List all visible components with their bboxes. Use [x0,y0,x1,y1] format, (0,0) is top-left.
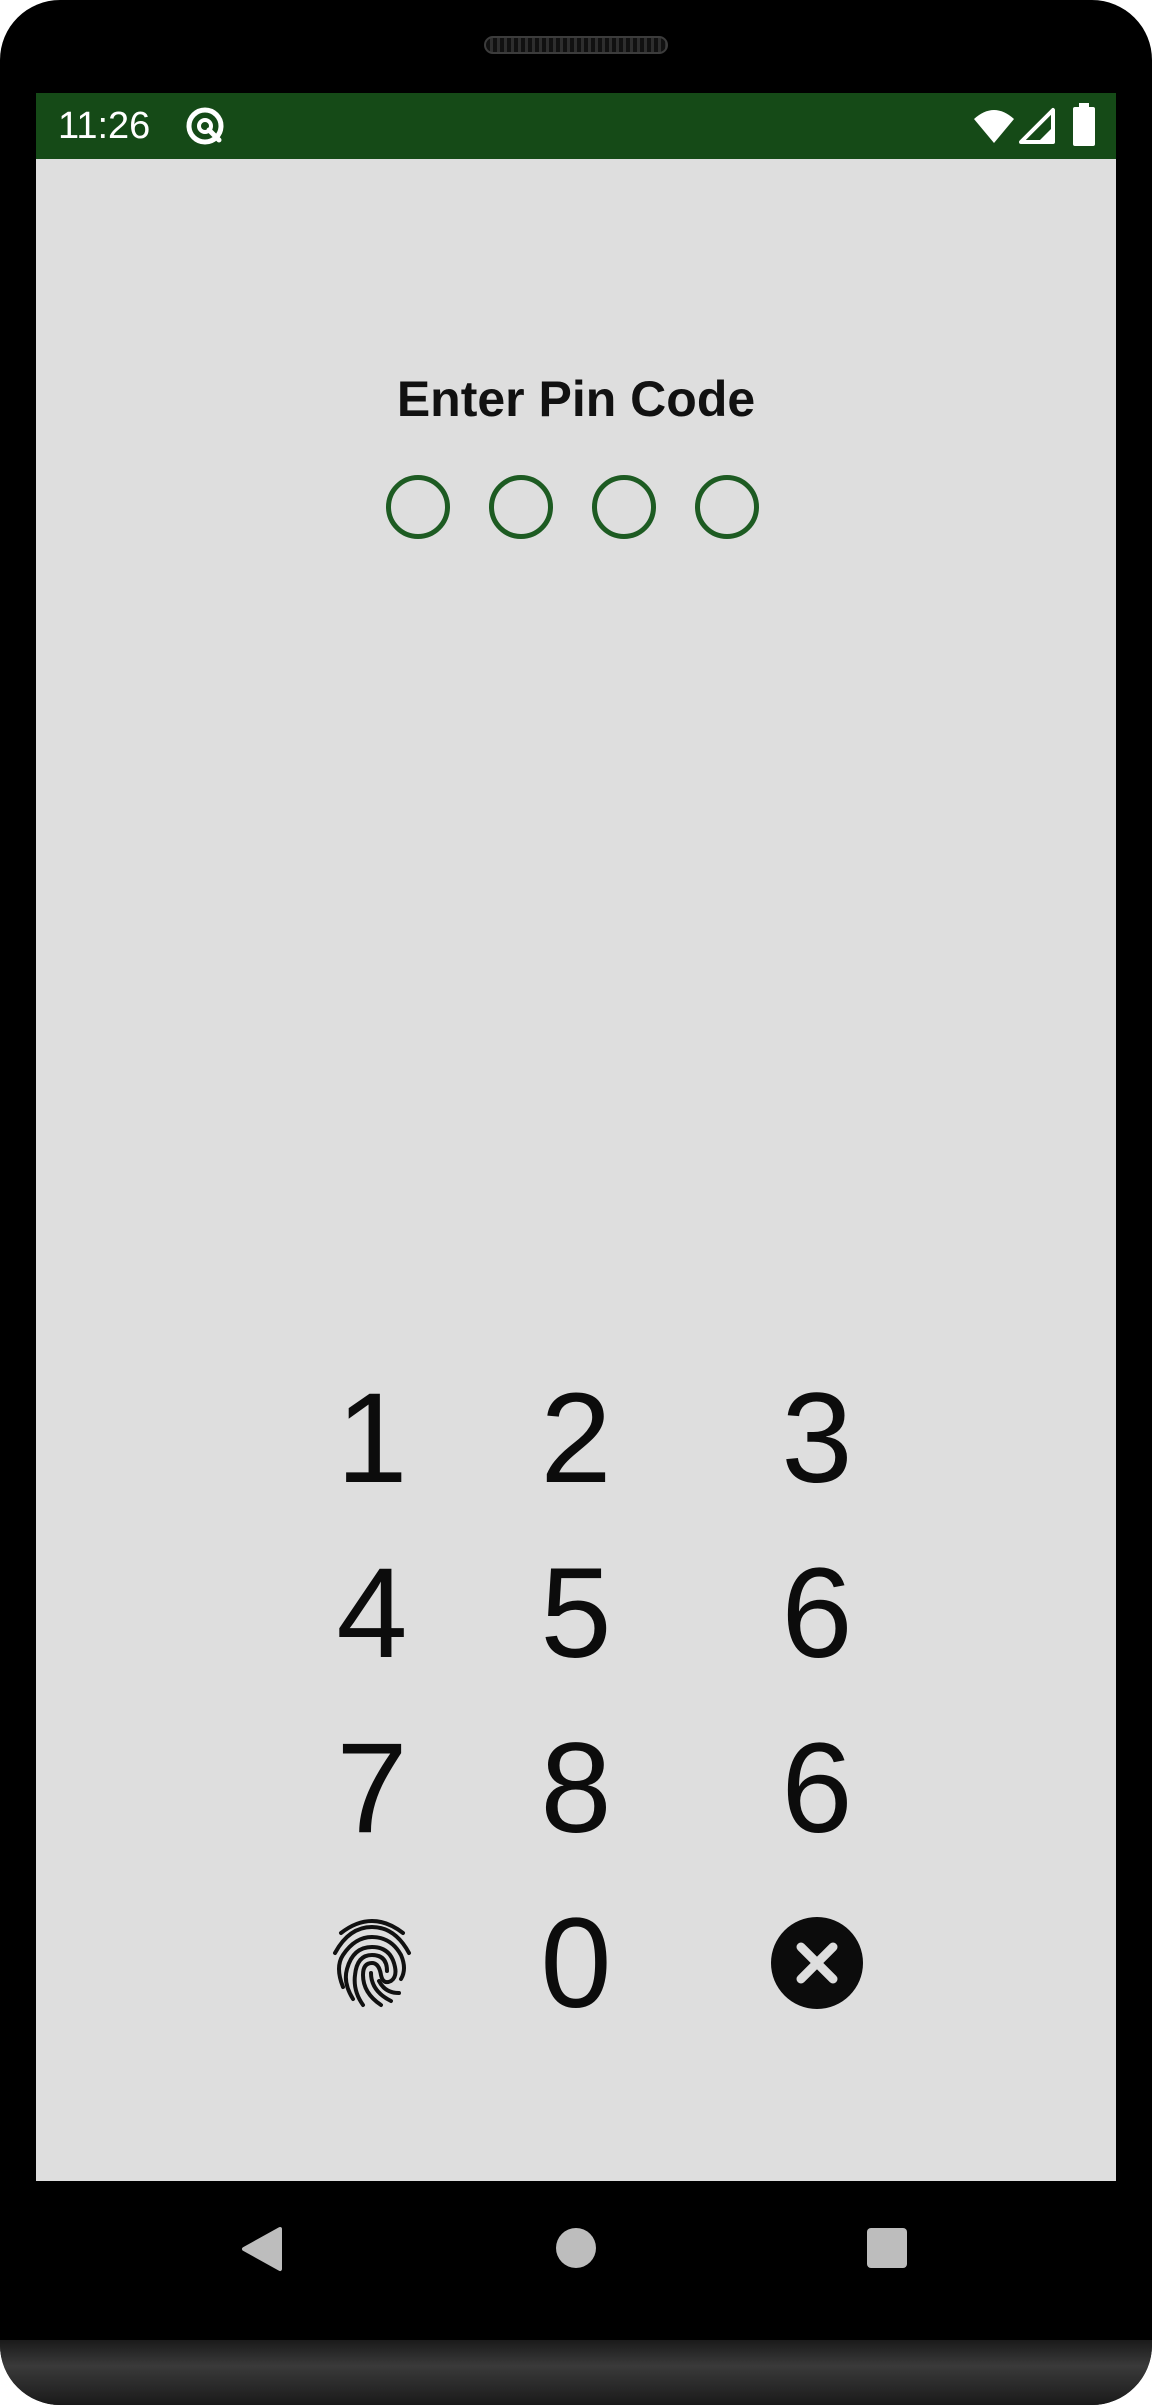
status-time: 11:26 [58,105,151,147]
status-bar: 11:26 [36,93,1116,159]
navigation-bar [0,2181,1152,2340]
key-4[interactable]: 4 [292,1538,452,1688]
cellular-signal-icon [1018,107,1056,150]
key-6[interactable]: 6 [737,1538,897,1688]
page-title: Enter Pin Code [396,371,756,427]
app-screen: 11:26 Enter Pin Code 1 2 3 4 5 6 7 8 6 0 [36,93,1116,2181]
phone-frame: 11:26 Enter Pin Code 1 2 3 4 5 6 7 8 6 0 [0,0,1152,2405]
key-3[interactable]: 3 [737,1363,897,1513]
recents-icon[interactable] [866,2227,908,2274]
battery-icon [1072,103,1096,152]
back-icon[interactable] [240,2225,284,2278]
key-5[interactable]: 5 [496,1538,656,1688]
clear-button[interactable] [737,1888,897,2038]
fingerprint-button[interactable] [292,1888,452,2038]
clear-icon [771,1917,863,2009]
key-7[interactable]: 7 [292,1713,452,1863]
key-9[interactable]: 6 [737,1713,897,1863]
at-sign-icon [184,105,226,152]
pin-dot [489,475,553,539]
key-8[interactable]: 8 [496,1713,656,1863]
wifi-icon [972,107,1016,150]
key-1[interactable]: 1 [292,1363,452,1513]
pin-dot [386,475,450,539]
pin-dot [695,475,759,539]
fingerprint-icon [329,1915,415,2011]
pin-dot [592,475,656,539]
key-0[interactable]: 0 [496,1888,656,2038]
home-icon[interactable] [555,2227,597,2274]
device-chin [0,2340,1152,2405]
pin-indicator [386,475,766,545]
key-2[interactable]: 2 [496,1363,656,1513]
earpiece-speaker [484,36,668,54]
